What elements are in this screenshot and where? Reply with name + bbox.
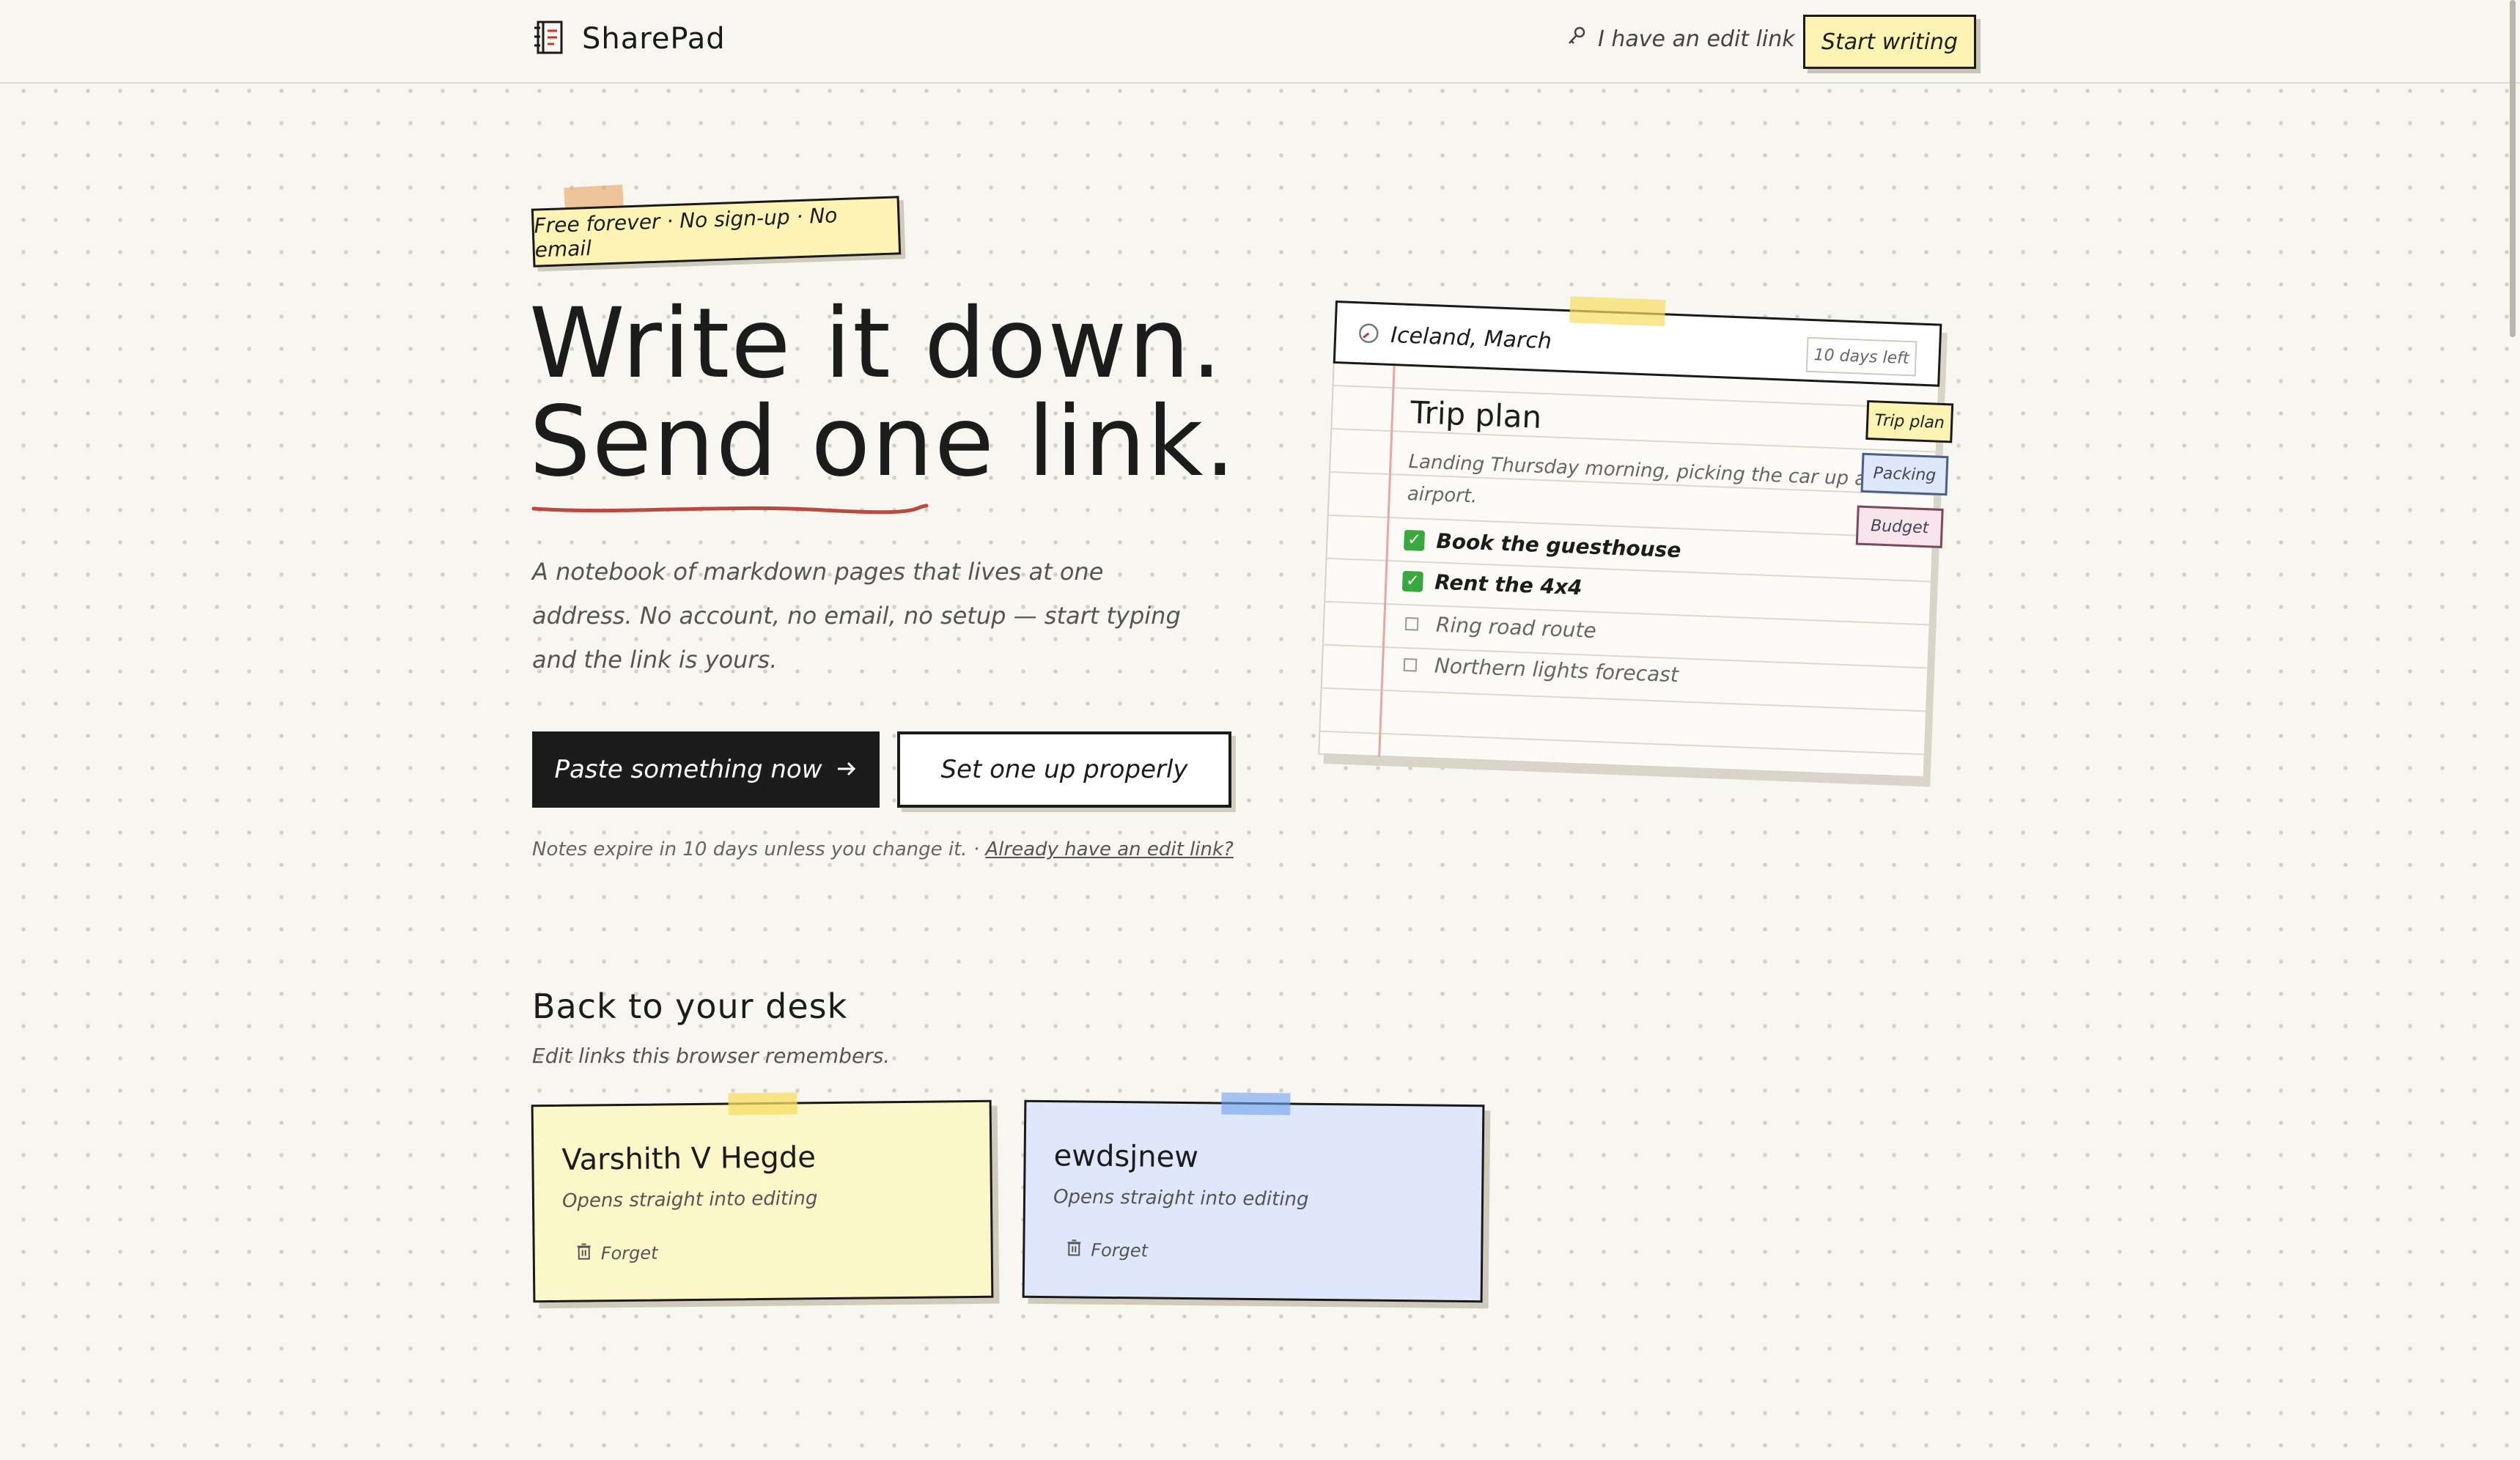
desk-subtitle: Edit links this browser remembers. bbox=[532, 1044, 891, 1068]
notebook-title: Iceland, March bbox=[1390, 322, 1552, 355]
tape-decoration bbox=[1221, 1092, 1291, 1116]
headline-underline bbox=[531, 504, 929, 515]
top-nav: SharePad I have an edit link Start writi… bbox=[0, 0, 2520, 84]
desk-card[interactable]: Varshith V Hegde Opens straight into edi… bbox=[531, 1092, 994, 1303]
checkmark-icon: ✓ bbox=[1404, 529, 1426, 551]
logo-name: SharePad bbox=[582, 22, 726, 56]
tab-budget: Budget bbox=[1855, 505, 1944, 549]
key-icon bbox=[1566, 25, 1588, 53]
notebook-icon bbox=[532, 19, 566, 59]
paste-now-label: Paste something now bbox=[554, 755, 822, 784]
card-name: Varshith V Hegde bbox=[561, 1140, 817, 1177]
checkbox-icon bbox=[1404, 616, 1419, 631]
card-subtitle: Opens straight into editing bbox=[561, 1187, 818, 1212]
desk-title: Back to your desk bbox=[532, 987, 848, 1026]
checkbox-icon bbox=[1403, 657, 1418, 672]
paste-now-button[interactable]: Paste something now bbox=[532, 731, 880, 808]
tape-decoration bbox=[728, 1092, 797, 1116]
headline-line-1: Write it down. bbox=[529, 287, 1223, 400]
headline-line-2: Send one link. bbox=[529, 386, 1237, 498]
desk-card[interactable]: ewdsjnew Opens straight into editing For… bbox=[1022, 1092, 1485, 1303]
forget-label: Forget bbox=[600, 1242, 658, 1264]
trash-icon bbox=[1066, 1239, 1082, 1261]
existing-edit-link[interactable]: Already have an edit link? bbox=[985, 838, 1233, 860]
checkmark-icon: ✓ bbox=[1401, 570, 1423, 592]
scrollbar-thumb[interactable] bbox=[2510, 0, 2516, 337]
hero-description: A notebook of markdown pages that lives … bbox=[532, 558, 1181, 674]
tape-decoration bbox=[1569, 296, 1666, 327]
expire-note: Notes expire in 10 days unless you chang… bbox=[532, 838, 1234, 860]
edit-link-label: I have an edit link bbox=[1598, 26, 1795, 52]
edit-link-button[interactable]: I have an edit link bbox=[1566, 25, 1795, 53]
card-subtitle: Opens straight into editing bbox=[1053, 1186, 1309, 1211]
days-left-badge: 10 days left bbox=[1805, 336, 1917, 377]
tab-trip-plan: Trip plan bbox=[1865, 399, 1954, 443]
forget-label: Forget bbox=[1091, 1239, 1149, 1261]
forget-button[interactable]: Forget bbox=[1066, 1239, 1148, 1261]
tab-packing: Packing bbox=[1860, 452, 1949, 496]
notebook-heading: Trip plan bbox=[1410, 394, 1543, 435]
start-writing-button[interactable]: Start writing bbox=[1803, 15, 1976, 69]
card-name: ewdsjnew bbox=[1053, 1139, 1199, 1175]
setup-properly-button[interactable]: Set one up properly bbox=[897, 731, 1231, 808]
expire-text: Notes expire in 10 days unless you chang… bbox=[532, 838, 980, 860]
forget-button[interactable]: Forget bbox=[576, 1242, 658, 1264]
notebook-preview: Iceland, March 10 days left Trip plan La… bbox=[1318, 296, 1954, 787]
feature-badge: Free forever · No sign-up · No email bbox=[531, 196, 902, 268]
arrow-right-icon bbox=[836, 755, 858, 784]
clock-icon bbox=[1357, 321, 1381, 348]
logo[interactable]: SharePad bbox=[532, 19, 726, 59]
trash-icon bbox=[576, 1242, 592, 1264]
